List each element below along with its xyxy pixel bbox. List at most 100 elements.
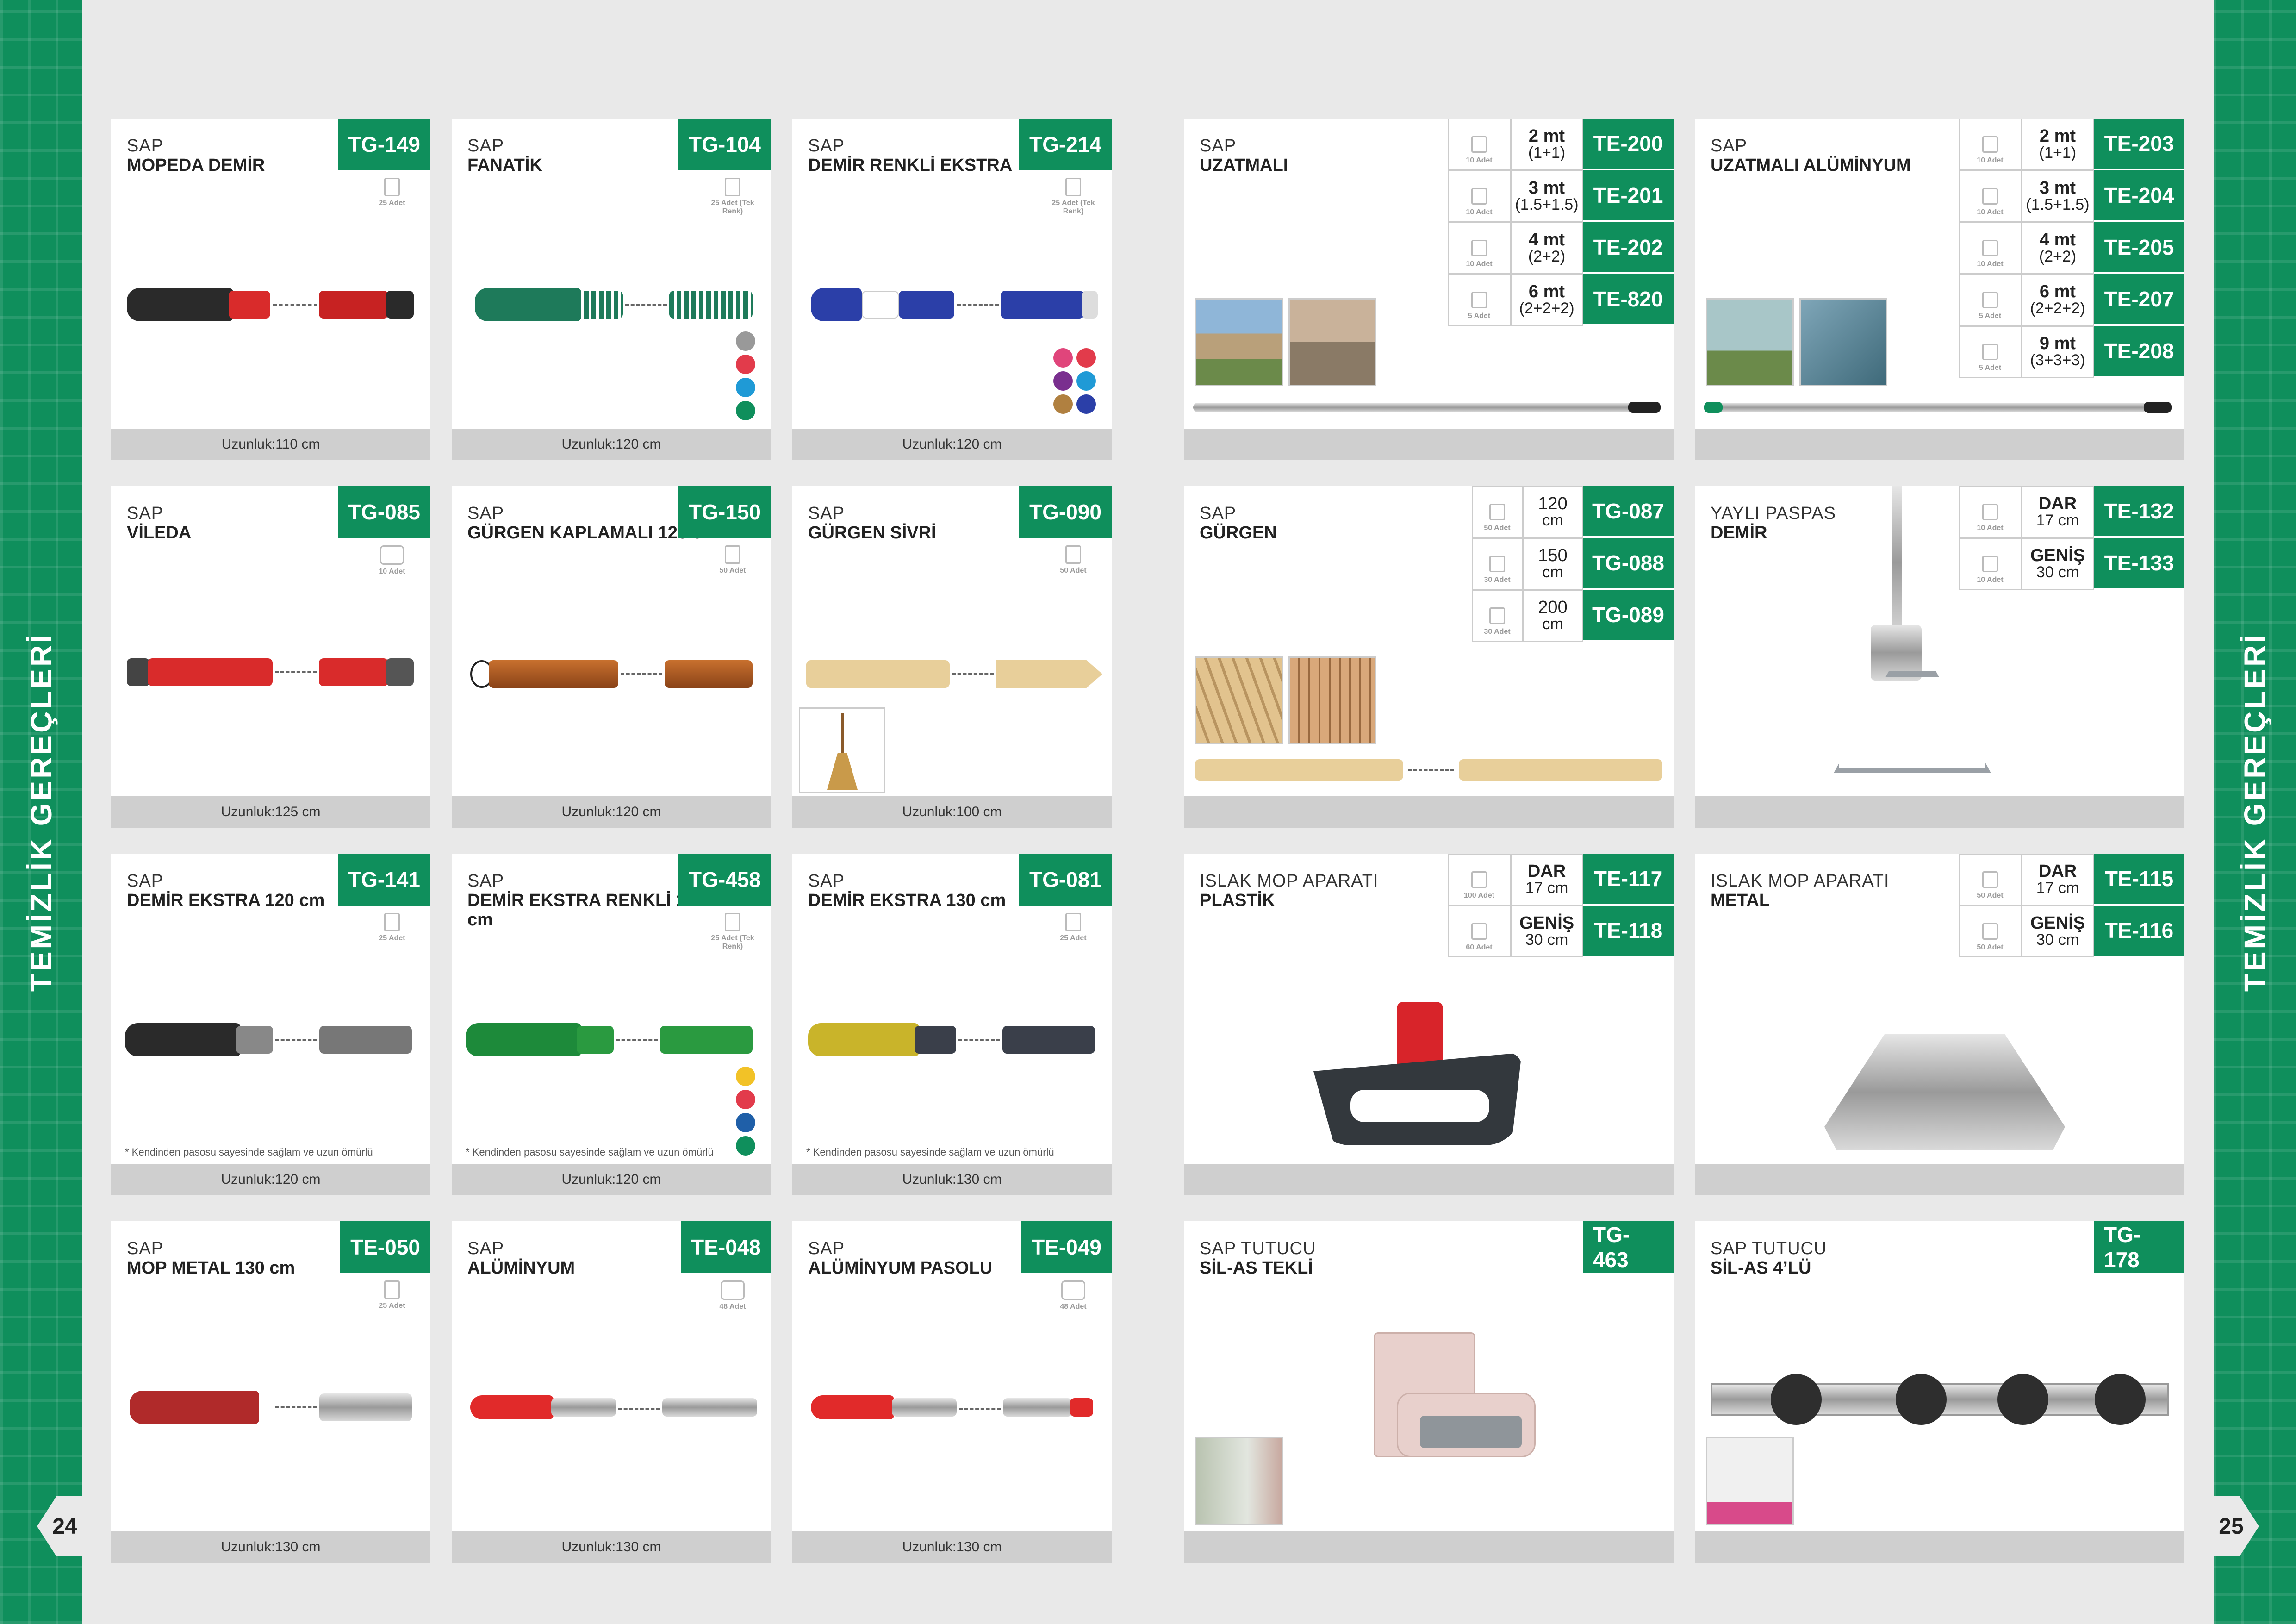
quad-holder-illustration bbox=[1711, 1374, 2169, 1430]
telescopic-pole-illustration bbox=[1193, 402, 1661, 413]
variant-row: 50 Adet DAR 17 cm TE-115 bbox=[1959, 854, 2184, 906]
length-footer: Uzunluk:125 cm bbox=[111, 796, 430, 828]
section-title-left: TEMİZLİK GEREÇLERİ bbox=[25, 632, 58, 992]
card-category: SAP bbox=[1200, 504, 1237, 523]
card-code: TE-050 bbox=[340, 1221, 430, 1273]
card-code: TG-104 bbox=[678, 119, 771, 170]
package-info: 10 Adet bbox=[367, 545, 417, 576]
left-side-strip: TEMİZLİK GEREÇLERİ bbox=[0, 0, 82, 1624]
product-card-tg090: SAP GÜRGEN SİVRİ TG-090 50 Adet Uzunluk:… bbox=[792, 486, 1112, 828]
variant-row: 10 Adet 2 mt (1+1) TE-200 bbox=[1448, 119, 1674, 170]
box-icon bbox=[1982, 871, 1998, 888]
product-card-islak-mop-plastik: ISLAK MOP APARATI PLASTİK 100 Adet DAR 17 … bbox=[1184, 854, 1674, 1195]
box-icon bbox=[1982, 292, 1998, 308]
card-product-name: ALÜMİNYUM PASOLU bbox=[808, 1258, 993, 1278]
box-icon bbox=[1065, 913, 1081, 931]
variant-row: 10 Adet GENİŞ 30 cm TE-133 bbox=[1959, 538, 2184, 590]
product-card-sap-tutucu-tekli: SAP TUTUCU SİL-AS TEKLİ TG-463 bbox=[1184, 1221, 1674, 1563]
holder-usage-photo bbox=[1706, 1437, 1794, 1525]
handle-illustration bbox=[466, 1023, 753, 1056]
card-code: TG-081 bbox=[1019, 854, 1112, 906]
card-category: SAP bbox=[808, 871, 845, 891]
card-code: TG-178 bbox=[2094, 1221, 2184, 1273]
card-code: TG-085 bbox=[338, 486, 430, 538]
product-card-tg214: SAP DEMİR RENKLİ EKSTRA TG-214 25 Adet (… bbox=[792, 119, 1112, 460]
box-icon bbox=[384, 1280, 400, 1299]
handle-illustration bbox=[475, 288, 753, 321]
card-code: TG-149 bbox=[338, 119, 430, 170]
product-card-gurgen: SAP GÜRGEN 50 Adet 120 cm TG-087 30 Adet 150… bbox=[1184, 486, 1674, 828]
length-footer: Uzunluk:120 cm bbox=[111, 1164, 430, 1195]
card-footer bbox=[1184, 1531, 1674, 1563]
box-icon bbox=[1065, 178, 1081, 196]
card-product-name: UZATMALI ALÜMİNYUM bbox=[1711, 156, 1911, 175]
variant-row: 5 Adet 6 mt (2+2+2) TE-207 bbox=[1959, 274, 2184, 326]
card-category: SAP bbox=[467, 1239, 504, 1258]
window-cleaning-photo bbox=[1706, 298, 1794, 386]
card-product-name: DEMİR EKSTRA 120 cm bbox=[127, 891, 325, 910]
window-cleaning-photo bbox=[1288, 298, 1376, 386]
package-info: 50 Adet bbox=[1048, 545, 1099, 575]
handle-illustration bbox=[470, 1395, 757, 1423]
length-footer: Uzunluk:110 cm bbox=[111, 429, 430, 460]
box-icon bbox=[1471, 292, 1487, 308]
box-icon bbox=[1065, 545, 1081, 564]
card-category: SAP bbox=[467, 504, 504, 523]
package-info: 25 Adet bbox=[367, 1280, 417, 1310]
card-footer bbox=[1184, 429, 1674, 460]
card-category: SAP TUTUCU bbox=[1711, 1239, 1827, 1258]
section-title-right: TEMİZLİK GEREÇLERİ bbox=[2238, 632, 2271, 992]
card-category: ISLAK MOP APARATI bbox=[1711, 871, 1890, 891]
length-footer: Uzunluk:120 cm bbox=[452, 429, 771, 460]
length-footer: Uzunluk:130 cm bbox=[111, 1531, 430, 1563]
card-category: SAP bbox=[127, 136, 164, 156]
package-info: 25 Adet bbox=[367, 913, 417, 943]
product-card-sap-tutucu-4lu: SAP TUTUCU SİL-AS 4’LÜ TG-178 bbox=[1695, 1221, 2184, 1563]
box-icon bbox=[1471, 923, 1487, 940]
metal-mop-clip-illustration bbox=[1824, 1034, 2065, 1150]
card-code: TG-214 bbox=[1019, 119, 1112, 170]
plastic-mop-clip-illustration bbox=[1300, 1002, 1522, 1150]
card-footer bbox=[1695, 796, 2184, 828]
box-icon bbox=[1982, 240, 1998, 256]
variant-table: 10 Adet 2 mt (1+1) TE-203 10 Adet 3 mt (1.5+1… bbox=[1959, 119, 2184, 378]
card-code: TG-141 bbox=[338, 854, 430, 906]
card-product-name: GÜRGEN bbox=[1200, 523, 1277, 543]
card-category: SAP bbox=[127, 871, 164, 891]
variant-row: 60 Adet GENİŞ 30 cm TE-118 bbox=[1448, 906, 1674, 957]
telescopic-pole-illustration bbox=[1704, 402, 2172, 413]
length-footer: Uzunluk:130 cm bbox=[792, 1164, 1112, 1195]
card-category: SAP bbox=[1711, 136, 1748, 156]
durability-note: * Kendinden pasosu sayesinde sağlam ve u… bbox=[806, 1146, 1054, 1158]
color-options bbox=[1053, 348, 1096, 414]
card-product-name: FANATİK bbox=[467, 156, 542, 175]
card-code: TG-463 bbox=[1583, 1221, 1674, 1273]
box-icon bbox=[1489, 556, 1505, 572]
card-product-name: UZATMALI bbox=[1200, 156, 1288, 175]
card-product-name: MOP METAL 130 cm bbox=[127, 1258, 295, 1278]
card-product-name: GÜRGEN SİVRİ bbox=[808, 523, 936, 543]
box-icon bbox=[1471, 871, 1487, 888]
box-icon bbox=[380, 545, 404, 565]
card-category: ISLAK MOP APARATI bbox=[1200, 871, 1379, 891]
handle-illustration bbox=[127, 658, 414, 686]
card-product-name: SİL-AS 4’LÜ bbox=[1711, 1258, 1811, 1278]
box-icon bbox=[384, 178, 400, 196]
card-category: SAP TUTUCU bbox=[1200, 1239, 1316, 1258]
color-options bbox=[736, 1067, 755, 1156]
package-info: 48 Adet bbox=[707, 1280, 758, 1311]
package-info: 48 Adet bbox=[1048, 1280, 1099, 1311]
card-category: SAP bbox=[808, 1239, 845, 1258]
variant-table: 50 Adet 120 cm TG-087 30 Adet 150 cm TG-088 30… bbox=[1472, 486, 1674, 642]
box-icon bbox=[1471, 136, 1487, 153]
box-icon bbox=[1061, 1280, 1085, 1300]
card-category: SAP bbox=[1200, 136, 1237, 156]
package-info: 25 Adet bbox=[367, 178, 417, 207]
card-category: YAYLI PASPAS bbox=[1711, 504, 1836, 523]
variant-row: 5 Adet 6 mt (2+2+2) TE-820 bbox=[1448, 274, 1674, 326]
product-card-uzatmali-aluminyum: SAP UZATMALI ALÜMİNYUM 10 Adet 2 mt (1+1) T… bbox=[1695, 119, 2184, 460]
variant-row: 30 Adet 150 cm TG-088 bbox=[1472, 538, 1674, 590]
box-icon bbox=[721, 1280, 745, 1300]
length-footer: Uzunluk:120 cm bbox=[452, 1164, 771, 1195]
card-product-name: PLASTİK bbox=[1200, 891, 1275, 910]
